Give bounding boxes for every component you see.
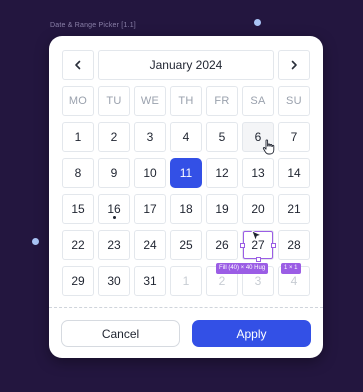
day-cell[interactable]: 9 [98, 158, 130, 188]
day-cell[interactable]: 2 [98, 122, 130, 152]
weekday-label: FR [206, 86, 238, 116]
hand-cursor-icon [262, 139, 275, 155]
weekday-label: SU [278, 86, 310, 116]
day-cell[interactable]: 31 [134, 266, 166, 296]
day-cell-selected[interactable]: 11 [170, 158, 202, 188]
day-cell[interactable]: 5 [206, 122, 238, 152]
weekday-label: TU [98, 86, 130, 116]
ratio-tag: 1 × 1 [281, 263, 301, 274]
day-cell-next-month[interactable]: 1 [170, 266, 202, 296]
day-number: 16 [107, 202, 121, 216]
day-cell[interactable]: 3 [134, 122, 166, 152]
weekday-label: MO [62, 86, 94, 116]
day-cell[interactable]: 8 [62, 158, 94, 188]
day-cell[interactable]: 30 [98, 266, 130, 296]
day-cell[interactable]: 18 [170, 194, 202, 224]
day-cell[interactable]: 29 [62, 266, 94, 296]
day-cell[interactable]: 24 [134, 230, 166, 260]
day-cell[interactable]: 20 [242, 194, 274, 224]
day-cell[interactable]: 12 [206, 158, 238, 188]
day-cell[interactable]: 13 [242, 158, 274, 188]
day-cell[interactable]: 4 [170, 122, 202, 152]
day-cell[interactable]: 17 [134, 194, 166, 224]
day-cell[interactable]: 14 [278, 158, 310, 188]
cancel-button[interactable]: Cancel [61, 320, 180, 347]
prev-month-button[interactable] [62, 50, 94, 80]
resize-handle[interactable] [32, 238, 39, 245]
weekday-label: WE [134, 86, 166, 116]
day-cell[interactable]: 1 [62, 122, 94, 152]
day-cell[interactable]: 28 [278, 230, 310, 260]
day-cell[interactable]: 7 [278, 122, 310, 152]
day-cell[interactable]: 19 [206, 194, 238, 224]
month-label: January 2024 [98, 50, 274, 80]
day-cell[interactable]: 25 [170, 230, 202, 260]
day-cell[interactable]: 26 [206, 230, 238, 260]
selection-handle[interactable] [255, 257, 261, 262]
selection-handle[interactable] [271, 242, 276, 248]
selection-handle[interactable] [240, 242, 245, 248]
size-tag: Fill (40) × 40 Hug [216, 263, 269, 274]
weekday-label: TH [170, 86, 202, 116]
next-month-button[interactable] [278, 50, 310, 80]
day-cell[interactable]: 15 [62, 194, 94, 224]
day-cell[interactable]: 21 [278, 194, 310, 224]
day-cell[interactable]: 23 [98, 230, 130, 260]
calendar-grid: January 2024 MO TU WE TH FR SA SU 1 2 3 … [62, 50, 310, 296]
footer-divider [49, 307, 323, 308]
day-cell[interactable]: 22 [62, 230, 94, 260]
arrow-cursor-icon [251, 230, 262, 241]
date-picker-card: January 2024 MO TU WE TH FR SA SU 1 2 3 … [49, 36, 323, 358]
frame-label: Date & Range Picker [1.1] [50, 22, 136, 29]
chevron-left-icon [75, 60, 81, 70]
day-cell[interactable]: 10 [134, 158, 166, 188]
chevron-right-icon [291, 60, 297, 70]
resize-handle[interactable] [254, 19, 261, 26]
apply-button[interactable]: Apply [192, 320, 311, 347]
day-cell-today[interactable]: 16 [98, 194, 130, 224]
weekday-label: SA [242, 86, 274, 116]
today-indicator-dot [112, 216, 116, 219]
